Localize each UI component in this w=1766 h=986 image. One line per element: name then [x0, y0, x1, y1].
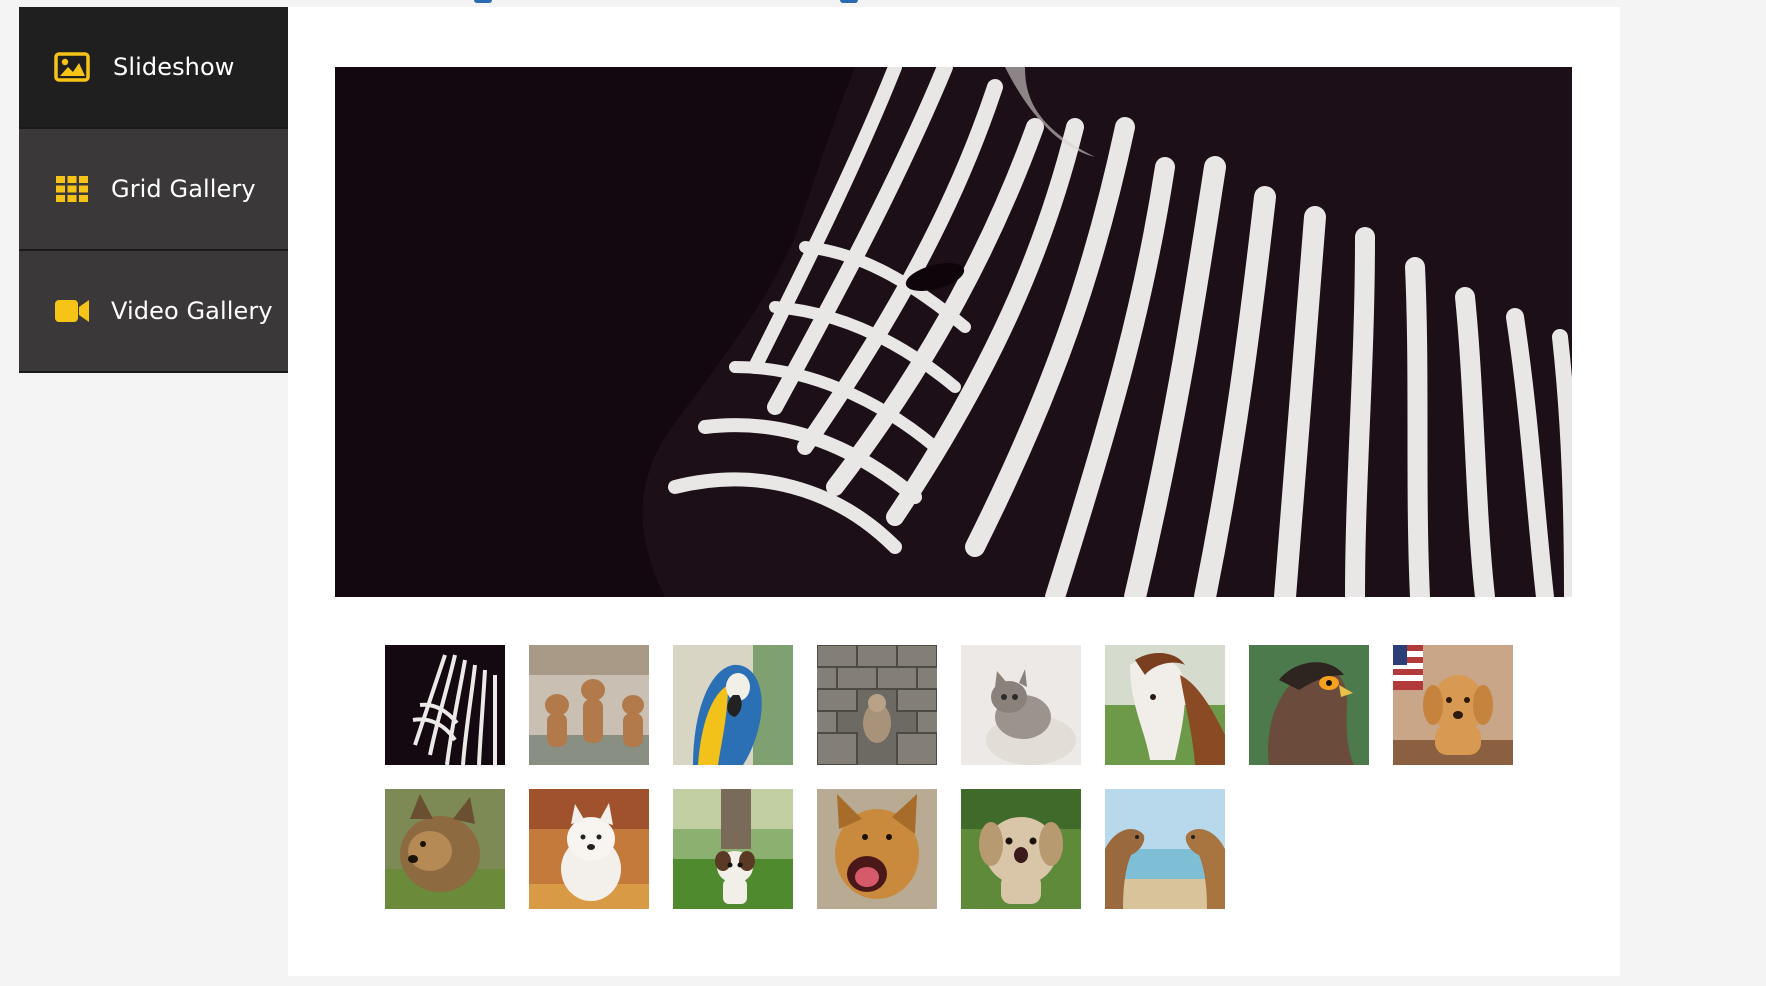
- top-links-strip: [288, 0, 1620, 4]
- page: Slideshow Grid Gallery Video Gallery: [0, 0, 1766, 986]
- tab-video-gallery[interactable]: Video Gallery: [19, 251, 288, 373]
- image-icon: [54, 52, 90, 82]
- thumbnail-dog-by-tree[interactable]: [673, 789, 793, 909]
- thumbnail-westie[interactable]: [529, 789, 649, 909]
- thumbnail-cat-on-wall[interactable]: [817, 645, 937, 765]
- tab-grid-gallery-label: Grid Gallery: [111, 175, 256, 203]
- tab-video-gallery-label: Video Gallery: [111, 297, 273, 325]
- tab-grid-gallery[interactable]: Grid Gallery: [19, 129, 288, 251]
- top-link-underline: [840, 0, 858, 3]
- thumbnail-eagle[interactable]: [1249, 645, 1369, 765]
- thumbnail-parrot[interactable]: [673, 645, 793, 765]
- thumbnail-shih-tzu[interactable]: [961, 789, 1081, 909]
- thumbnail-zebra[interactable]: [385, 645, 505, 765]
- thumbnail-camels[interactable]: [1105, 789, 1225, 909]
- thumbnail-yawning-dog[interactable]: [817, 789, 937, 909]
- thumbnail-golden-retriever[interactable]: [1393, 645, 1513, 765]
- thumbnail-yorkshire-terrier[interactable]: [385, 789, 505, 909]
- tab-slideshow[interactable]: Slideshow: [19, 7, 302, 129]
- thumbnail-horse[interactable]: [1105, 645, 1225, 765]
- tab-slideshow-label: Slideshow: [113, 53, 235, 81]
- thumbnail-kitten[interactable]: [961, 645, 1081, 765]
- gallery-tab-menu: Slideshow Grid Gallery Video Gallery: [19, 7, 302, 373]
- slideshow-main-image[interactable]: [335, 67, 1572, 597]
- top-link-underline: [474, 0, 492, 3]
- grid-icon: [54, 174, 90, 204]
- video-camera-icon: [54, 296, 90, 326]
- thumbnail-puppies[interactable]: [529, 645, 649, 765]
